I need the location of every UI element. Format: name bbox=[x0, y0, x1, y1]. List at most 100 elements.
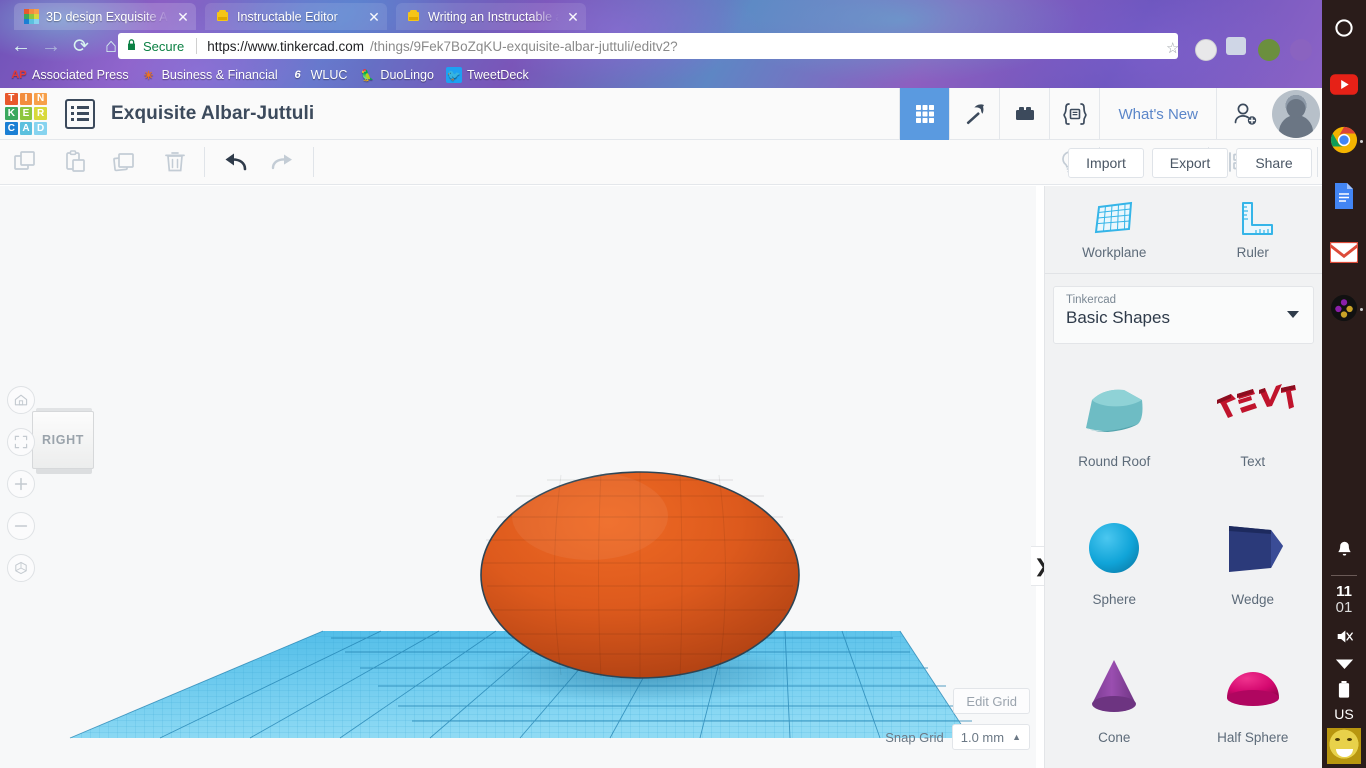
ruler-icon bbox=[1241, 202, 1273, 235]
reload-button[interactable]: ⟳ bbox=[66, 31, 96, 61]
tab-strip: 3D design Exquisite Alb ✕ Instructable E… bbox=[0, 0, 1322, 30]
half-sphere-thumb bbox=[1207, 646, 1299, 726]
header-actions: What's New bbox=[899, 88, 1322, 140]
toolbar-divider bbox=[313, 147, 314, 177]
home-view-button[interactable] bbox=[7, 386, 35, 414]
extension-green-icon[interactable] bbox=[1258, 39, 1280, 61]
battery-icon[interactable] bbox=[1322, 676, 1366, 702]
gmail-icon[interactable] bbox=[1322, 224, 1366, 280]
view-cube-face-label[interactable]: RIGHT bbox=[32, 411, 94, 469]
chrome-icon[interactable] bbox=[1322, 112, 1366, 168]
project-menu-icon[interactable] bbox=[65, 98, 95, 129]
page-title: Exquisite Albar-Juttuli bbox=[111, 102, 315, 124]
toolbar-divider bbox=[204, 147, 205, 177]
clock-hour: 11 bbox=[1336, 583, 1352, 600]
snap-grid-select[interactable]: 1.0 mm ▲ bbox=[951, 724, 1030, 750]
workplane-tool[interactable]: Workplane bbox=[1045, 186, 1184, 273]
brick-icon[interactable] bbox=[999, 88, 1049, 140]
3d-canvas[interactable]: RIGHT Edit Grid Snap Grid 1.0 mm ▲ bbox=[0, 186, 1036, 768]
person-add-icon[interactable] bbox=[1216, 88, 1272, 140]
view-cube-bottom[interactable] bbox=[36, 469, 92, 474]
redo-icon[interactable] bbox=[259, 140, 309, 185]
avatar[interactable] bbox=[1272, 90, 1320, 138]
pickaxe-icon[interactable] bbox=[949, 88, 999, 140]
shape-label: Sphere bbox=[1092, 592, 1137, 607]
ellipsoid-object[interactable] bbox=[480, 471, 800, 679]
bookmark-duolingo[interactable]: 🦜 DuoLingo bbox=[356, 67, 443, 83]
ortho-perspective-button[interactable] bbox=[7, 554, 35, 582]
keyboard-layout[interactable]: US bbox=[1334, 706, 1353, 722]
logo-tile: N bbox=[34, 92, 47, 106]
shape-item-sphere[interactable]: Sphere bbox=[1045, 494, 1184, 632]
address-bar[interactable]: Secure https://www.tinkercad.com/things/… bbox=[118, 33, 1178, 59]
bookmark-tweetdeck[interactable]: 🐦 TweetDeck bbox=[443, 67, 538, 83]
grid-apps-icon[interactable] bbox=[899, 88, 950, 140]
zoom-in-button[interactable] bbox=[7, 470, 35, 498]
zoom-out-button[interactable] bbox=[7, 512, 35, 540]
snap-grid-control: Snap Grid 1.0 mm ▲ bbox=[885, 724, 1030, 750]
shape-item-half-sphere[interactable]: Half Sphere bbox=[1184, 632, 1323, 768]
snap-grid-value: 1.0 mm bbox=[960, 729, 1005, 745]
bell-icon[interactable] bbox=[1322, 529, 1366, 569]
user-photo[interactable] bbox=[1327, 728, 1361, 764]
sphere-thumb bbox=[1068, 508, 1160, 588]
wifi-icon[interactable] bbox=[1322, 650, 1366, 676]
chevron-down-icon[interactable] bbox=[1287, 311, 1299, 318]
google-docs-icon[interactable] bbox=[1322, 168, 1366, 224]
running-indicator bbox=[1360, 308, 1363, 311]
ruler-tool[interactable]: Ruler bbox=[1184, 186, 1323, 273]
circle-app-icon[interactable] bbox=[1322, 0, 1366, 56]
shape-item-text[interactable]: Text bbox=[1184, 356, 1323, 494]
round-roof-thumb bbox=[1068, 370, 1160, 450]
logo-tile: C bbox=[5, 121, 18, 135]
tab-close-icon[interactable]: ✕ bbox=[176, 10, 190, 24]
bookmark-associated-press[interactable]: AP Associated Press bbox=[8, 67, 138, 83]
tinkercad-app: T I N K E R C A D Exquisite Albar-Juttul… bbox=[0, 88, 1322, 768]
fit-to-view-button[interactable] bbox=[7, 428, 35, 456]
edit-grid-button[interactable]: Edit Grid bbox=[953, 688, 1030, 714]
tab-close-icon[interactable]: ✕ bbox=[367, 10, 381, 24]
tinkercad-logo[interactable]: T I N K E R C A D bbox=[3, 91, 49, 137]
bookmark-wluc[interactable]: 6 WLUC bbox=[287, 67, 357, 83]
apps-grid-icon[interactable] bbox=[1322, 280, 1366, 336]
duplicate-icon[interactable] bbox=[100, 140, 150, 185]
import-button[interactable]: Import bbox=[1068, 147, 1144, 178]
shape-label: Round Roof bbox=[1078, 454, 1151, 469]
whats-new-link[interactable]: What's New bbox=[1099, 88, 1216, 140]
delete-icon[interactable] bbox=[150, 140, 200, 185]
system-taskbar: 11 01 US bbox=[1322, 0, 1366, 768]
shape-grid: Round Roof Text Sphere Wedge Cone Half S… bbox=[1045, 356, 1322, 768]
export-button[interactable]: Export bbox=[1152, 147, 1228, 178]
profile-chip-icon[interactable] bbox=[1195, 39, 1217, 61]
browser-tab-1[interactable]: Instructable Editor ✕ bbox=[205, 3, 387, 30]
youtube-icon[interactable] bbox=[1322, 56, 1366, 112]
taskbar-divider bbox=[1331, 575, 1357, 576]
cone-thumb bbox=[1068, 646, 1160, 726]
browser-tab-2[interactable]: Writing an Instructable a ✕ bbox=[396, 3, 586, 30]
app-header: T I N K E R C A D Exquisite Albar-Juttul… bbox=[0, 88, 1322, 140]
codeblocks-icon[interactable] bbox=[1049, 88, 1099, 140]
view-cube[interactable]: RIGHT bbox=[30, 408, 96, 474]
back-button[interactable]: ← bbox=[6, 31, 36, 61]
browser-tab-0[interactable]: 3D design Exquisite Alb ✕ bbox=[14, 3, 196, 30]
shape-item-cone[interactable]: Cone bbox=[1045, 632, 1184, 768]
tab-close-icon[interactable]: ✕ bbox=[566, 10, 580, 24]
panel-rail bbox=[1036, 186, 1044, 768]
shape-category-select[interactable]: Tinkercad Basic Shapes bbox=[1053, 286, 1314, 344]
copy-icon[interactable] bbox=[0, 140, 50, 185]
paste-icon[interactable] bbox=[50, 140, 100, 185]
shape-item-round-roof[interactable]: Round Roof bbox=[1045, 356, 1184, 494]
bookmark-star-icon[interactable]: ☆ bbox=[1166, 39, 1179, 57]
volume-muted-icon[interactable] bbox=[1322, 622, 1366, 650]
duolingo-owl-icon: 🦜 bbox=[360, 69, 375, 82]
forward-button[interactable]: → bbox=[36, 31, 66, 61]
shape-label: Half Sphere bbox=[1217, 730, 1289, 745]
shape-item-wedge[interactable]: Wedge bbox=[1184, 494, 1323, 632]
undo-icon[interactable] bbox=[209, 140, 259, 185]
instructables-favicon bbox=[406, 9, 421, 24]
share-button[interactable]: Share bbox=[1236, 147, 1312, 178]
extension-icon[interactable] bbox=[1226, 37, 1246, 55]
clock[interactable]: 11 01 bbox=[1336, 584, 1353, 616]
chrome-menu-icon[interactable] bbox=[1290, 39, 1312, 61]
bookmark-business-financial[interactable]: ✳ Business & Financial bbox=[138, 67, 287, 83]
